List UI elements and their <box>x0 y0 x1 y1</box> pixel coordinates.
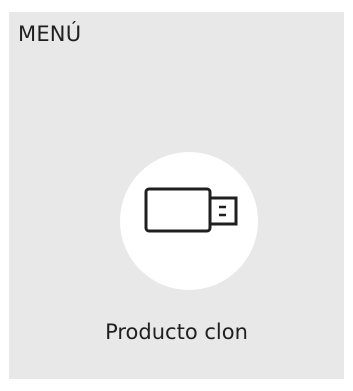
clone-product-label: Producto clon <box>105 320 248 344</box>
menu-panel: MENÚ Producto clon <box>9 12 344 379</box>
menu-title: MENÚ <box>18 22 82 46</box>
usb-drive-icon <box>144 187 238 233</box>
clone-product-button[interactable] <box>120 152 258 290</box>
